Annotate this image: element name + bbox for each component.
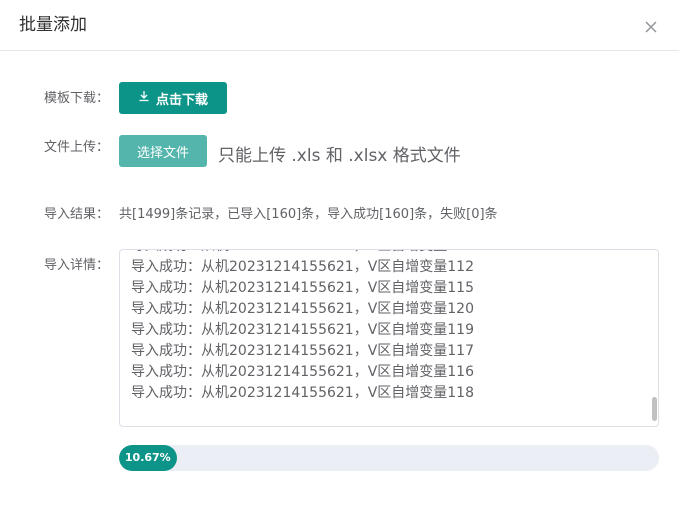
download-button[interactable]: 点击下载 bbox=[119, 82, 227, 114]
log-line: 导入成功：从机20231214155621，V区自增变量115 bbox=[131, 280, 474, 296]
log-scrollbar-thumb[interactable] bbox=[652, 397, 657, 421]
choose-file-button-label: 选择文件 bbox=[136, 145, 189, 161]
download-icon bbox=[138, 90, 150, 106]
log-line: 导入成功：从机20231214155621，V区自增变量113 bbox=[131, 250, 644, 257]
download-button-label: 点击下载 bbox=[155, 92, 208, 108]
log-line: 导入成功：从机20231214155621，V区自增变量117 bbox=[131, 343, 474, 359]
batch-add-dialog: 批量添加 模板下载： 点击下载 文件上传： 选择文件 只能上传 .xls 和 .… bbox=[0, 0, 679, 511]
choose-file-button[interactable]: 选择文件 bbox=[119, 135, 207, 167]
import-result-label: 导入结果： bbox=[44, 207, 110, 222]
import-progress-bar: 10.67% bbox=[119, 445, 659, 471]
template-download-label: 模板下载： bbox=[44, 91, 110, 106]
log-line: 导入成功：从机20231214155621，V区自增变量118 bbox=[131, 385, 474, 401]
log-line: 导入成功：从机20231214155621，V区自增变量112 bbox=[131, 259, 474, 275]
log-line: 导入成功：从机20231214155621，V区自增变量116 bbox=[131, 364, 474, 380]
log-line: 导入成功：从机20231214155621，V区自增变量119 bbox=[131, 322, 474, 338]
dialog-title: 批量添加 bbox=[19, 15, 87, 35]
progress-label: 10.67% bbox=[124, 451, 171, 464]
progress-fill: 10.67% bbox=[119, 445, 177, 471]
upload-hint: 只能上传 .xls 和 .xlsx 格式文件 bbox=[218, 146, 461, 166]
file-upload-label: 文件上传： bbox=[44, 140, 110, 155]
dialog-header: 批量添加 bbox=[0, 0, 679, 51]
log-line: 导入成功：从机20231214155621，V区自增变量120 bbox=[131, 301, 474, 317]
resize-grip-icon[interactable] bbox=[651, 419, 656, 424]
close-icon[interactable] bbox=[642, 18, 660, 36]
import-detail-log[interactable]: 导入成功：从机20231214155621，V区自增变量113 导入成功：从机2… bbox=[119, 249, 659, 427]
log-lines: 导入成功：从机20231214155621，V区自增变量113 导入成功：从机2… bbox=[131, 250, 644, 404]
import-detail-label: 导入详情： bbox=[44, 258, 110, 273]
import-result-text: 共[1499]条记录，已导入[160]条，导入成功[160]条，失败[0]条 bbox=[119, 207, 498, 222]
